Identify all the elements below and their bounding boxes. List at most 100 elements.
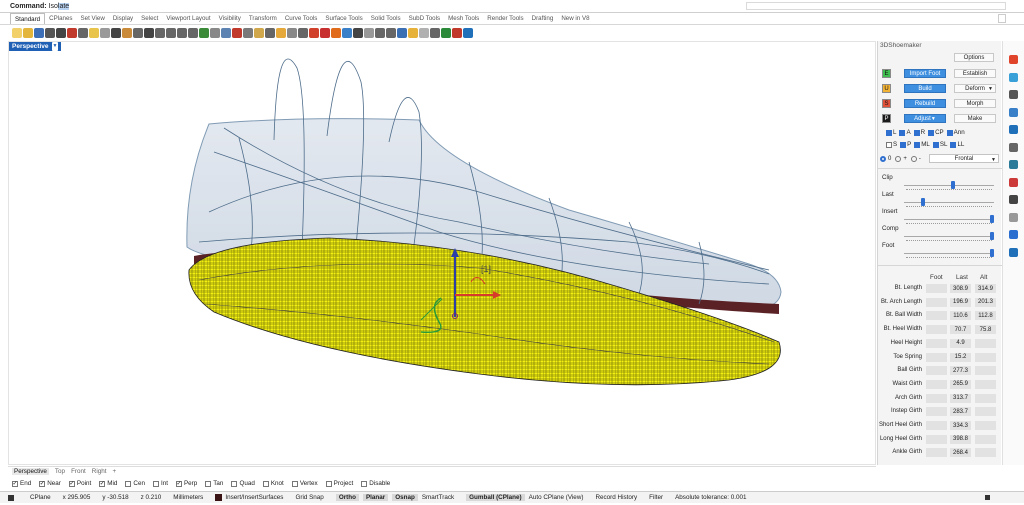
checkbox-icon[interactable]	[205, 480, 212, 487]
panel-tab-icon[interactable]	[1009, 125, 1018, 134]
tab-select[interactable]: Select	[137, 13, 162, 24]
toolbar-tool-icon[interactable]	[353, 27, 363, 38]
toolbar-tool-icon[interactable]	[265, 27, 275, 38]
toolbar-tool-icon[interactable]	[331, 27, 341, 38]
status-units[interactable]: Millimeters	[173, 494, 203, 501]
toolbar-tool-icon[interactable]	[320, 27, 330, 38]
toolbar-tool-icon[interactable]	[23, 27, 33, 38]
ortho-toggle[interactable]: Ortho	[335, 494, 359, 501]
slider-track[interactable]	[904, 253, 994, 254]
toolbar-tool-icon[interactable]	[298, 27, 308, 38]
toolbar-tool-icon[interactable]	[408, 27, 418, 38]
osnap-int[interactable]: Int	[152, 480, 168, 487]
toolbar-tool-icon[interactable]	[254, 27, 264, 38]
rebuild-button[interactable]: Rebuild	[904, 99, 946, 108]
panel-tab-icon[interactable]	[1009, 107, 1018, 117]
toolbar-tool-icon[interactable]	[430, 27, 440, 38]
tab-solid-tools[interactable]: Solid Tools	[367, 13, 405, 24]
viewport-tab-top[interactable]: Top	[55, 468, 65, 475]
toolbar-tool-icon[interactable]	[144, 27, 154, 38]
tab-transform[interactable]: Transform	[245, 13, 281, 24]
slider-thumb-clip[interactable]	[951, 181, 956, 189]
status-layer[interactable]: Insert/InsertSurfaces	[215, 493, 283, 501]
grid-snap-toggle[interactable]: Grid Snap	[295, 494, 323, 501]
toolbar-tool-icon[interactable]	[221, 27, 231, 38]
osnap-perp[interactable]: ✓ Perp	[175, 480, 197, 487]
import-foot-button[interactable]: Import Foot	[904, 69, 946, 78]
toolbar-tool-icon[interactable]	[452, 27, 462, 38]
check-ml[interactable]: ML	[914, 141, 930, 148]
command-history-box[interactable]	[746, 2, 1006, 10]
slider-track[interactable]	[904, 236, 994, 237]
toolbar-tool-icon[interactable]	[155, 27, 165, 38]
toolbar-tool-icon[interactable]	[67, 27, 77, 38]
establish-button[interactable]: Establish	[954, 69, 996, 78]
toolbar-tool-icon[interactable]	[210, 27, 220, 38]
gumball-toggle[interactable]: Gumball (CPlane)	[466, 494, 525, 501]
toolbar-tool-icon[interactable]	[34, 27, 44, 38]
panel-tab-icon[interactable]	[1009, 160, 1018, 169]
build-button[interactable]: Build	[904, 84, 946, 93]
perspective-viewport[interactable]: [1] Perspective ▼	[8, 41, 876, 465]
tab-render-tools[interactable]: Render Tools	[483, 13, 527, 24]
toolbar-tool-icon[interactable]	[342, 27, 352, 38]
3d-scene[interactable]: [1]	[9, 42, 876, 465]
osnap-cen[interactable]: Cen	[125, 480, 145, 487]
checkbox-icon[interactable]	[913, 129, 920, 136]
osnap-point[interactable]: ✓ Point	[68, 480, 91, 487]
checkbox-icon[interactable]	[291, 480, 298, 487]
tab-viewport-layout[interactable]: Viewport Layout	[162, 13, 214, 24]
viewport-title[interactable]: Perspective ▼	[9, 42, 62, 51]
check-cp[interactable]: CP	[928, 129, 944, 136]
tab-display[interactable]: Display	[109, 13, 137, 24]
viewport-tab-perspective[interactable]: Perspective	[12, 468, 49, 475]
slider-thumb-comp[interactable]	[990, 232, 994, 240]
check-ll[interactable]: LL	[950, 141, 964, 148]
toolbar-tool-icon[interactable]	[386, 27, 396, 38]
panel-tab-icon[interactable]	[1009, 55, 1018, 64]
osnap-disable[interactable]: Disable	[361, 480, 390, 487]
tab-drafting[interactable]: Drafting	[528, 13, 558, 24]
view-select[interactable]: Frontal ▼	[929, 154, 999, 163]
panel-tab-icon[interactable]	[1009, 177, 1018, 187]
tab-visibility[interactable]: Visibility	[215, 13, 245, 24]
osnap-knot[interactable]: Knot	[262, 480, 284, 487]
checkbox-icon[interactable]	[262, 480, 269, 487]
slider-thumb-foot[interactable]	[990, 249, 994, 257]
toolbar-tool-icon[interactable]	[309, 27, 319, 38]
toolbar-tool-icon[interactable]	[12, 27, 22, 38]
osnap-end[interactable]: ✓ End	[12, 480, 31, 487]
radio-button[interactable]	[880, 156, 886, 162]
checkbox-icon[interactable]: ✓	[99, 480, 106, 487]
viewport-tab-front[interactable]: Front	[71, 468, 86, 475]
toolbar-tool-icon[interactable]	[111, 27, 121, 38]
toolbar-tool-icon[interactable]	[78, 27, 88, 38]
osnap-project[interactable]: Project	[325, 480, 353, 487]
slider-track[interactable]	[904, 202, 994, 203]
make-button[interactable]: Make	[954, 114, 996, 123]
command-input[interactable]: Isolate	[49, 2, 70, 10]
checkbox-icon[interactable]: ✓	[175, 480, 182, 487]
check-p[interactable]: P	[900, 141, 911, 148]
chevron-down-icon[interactable]: ▼	[51, 42, 59, 51]
smarttrack-toggle[interactable]: SmartTrack	[422, 494, 454, 501]
slider-thumb-insert[interactable]	[990, 215, 994, 223]
autocplane-toggle[interactable]: Auto CPlane (View)	[529, 494, 584, 501]
checkbox-icon[interactable]: ✓	[68, 480, 75, 487]
panel-tab-icon[interactable]	[1009, 195, 1018, 204]
osnap-vertex[interactable]: Vertex	[291, 480, 318, 487]
toolbar-tool-icon[interactable]	[287, 27, 297, 38]
toolbar-tool-icon[interactable]	[133, 27, 143, 38]
toolbar-tool-icon[interactable]	[364, 27, 374, 38]
checkbox-icon[interactable]	[946, 129, 953, 136]
checkbox-icon[interactable]	[932, 141, 939, 148]
morph-button[interactable]: Morph	[954, 99, 996, 108]
checkbox-icon[interactable]	[886, 141, 892, 148]
resize-grip-icon[interactable]	[985, 495, 990, 500]
panel-tab-icon[interactable]	[1009, 90, 1018, 99]
slider-track[interactable]	[904, 185, 994, 186]
radio-button[interactable]	[895, 156, 902, 162]
osnap-mid[interactable]: ✓ Mid	[99, 480, 117, 487]
checkbox-icon[interactable]: ✓	[12, 480, 18, 487]
options-button[interactable]: Options	[954, 53, 994, 62]
